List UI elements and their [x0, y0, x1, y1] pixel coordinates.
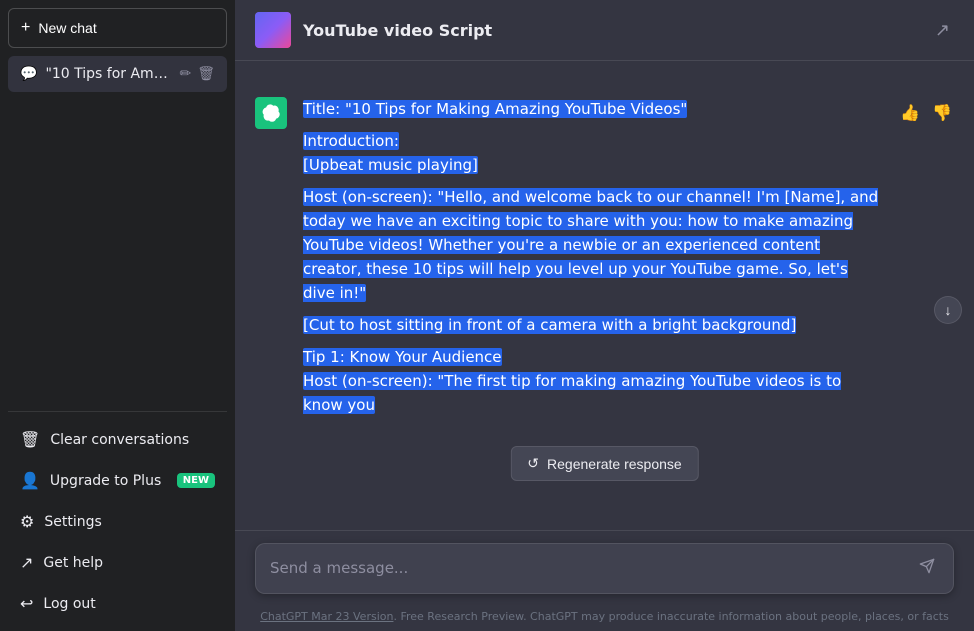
chat-history-item[interactable]: 💬 "10 Tips for Amazing Yo ✏ 🗑 [8, 56, 227, 92]
external-link-icon: ↗ [20, 553, 33, 572]
settings-label: Settings [44, 514, 101, 530]
footer: ChatGPT Mar 23 Version. Free Research Pr… [235, 606, 974, 631]
user-icon: 👤 [20, 471, 40, 490]
new-chat-button[interactable]: + New chat [8, 8, 227, 48]
thumbs-up-icon: 👍 [900, 105, 920, 122]
logout-label: Log out [43, 596, 95, 612]
main-content: YouTube video Script ↗ Title: "10 Tips f… [235, 0, 974, 631]
header-actions: ↗ [931, 16, 954, 45]
settings-item[interactable]: ⚙ Settings [8, 502, 227, 541]
sidebar-spacer [8, 96, 227, 407]
clear-conversations-label: Clear conversations [50, 432, 189, 448]
message-intro: Introduction: [Upbeat music playing] [303, 129, 882, 177]
send-button[interactable] [915, 554, 939, 583]
scroll-down-container: ↓ [934, 296, 962, 324]
chat-icon: 💬 [20, 66, 37, 82]
chat-header: YouTube video Script ↗ [235, 0, 974, 61]
scroll-down-button[interactable]: ↓ [934, 296, 962, 324]
chat-area: Title: "10 Tips for Making Amazing YouTu… [235, 61, 974, 530]
chat-action-icons: ✏ 🗑 [179, 66, 215, 82]
regenerate-area: ↺ Regenerate response [235, 441, 974, 471]
regenerate-label: Regenerate response [547, 456, 682, 472]
delete-icon[interactable]: 🗑 [197, 66, 215, 82]
message-host-intro: Host (on-screen): "Hello, and welcome ba… [303, 185, 882, 305]
message-cut-line: [Cut to host sitting in front of a camer… [303, 313, 882, 337]
message-actions: 👍 👎 [898, 97, 954, 125]
input-wrapper [255, 543, 954, 594]
page-title: YouTube video Script [303, 21, 492, 40]
send-icon [919, 558, 935, 579]
message-content: Title: "10 Tips for Making Amazing YouTu… [303, 97, 882, 425]
upbeat-selected: [Upbeat music playing] [303, 156, 478, 174]
tip1-host-selected: Host (on-screen): "The first tip for mak… [303, 372, 841, 414]
thumbs-down-icon: 👎 [932, 105, 952, 122]
message-input[interactable] [270, 557, 907, 580]
gear-icon: ⚙ [20, 512, 34, 531]
sidebar: + New chat 💬 "10 Tips for Amazing Yo ✏ 🗑… [0, 0, 235, 631]
tip1-title-selected: Tip 1: Know Your Audience [303, 348, 502, 366]
chat-title: "10 Tips for Amazing Yo [45, 66, 171, 82]
get-help-item[interactable]: ↗ Get help [8, 543, 227, 582]
footer-text: ChatGPT Mar 23 Version. Free Research Pr… [260, 610, 949, 623]
plus-icon: + [21, 19, 30, 37]
cut-selected: [Cut to host sitting in front of a camer… [303, 316, 796, 334]
clear-conversations-item[interactable]: 🗑 Clear conversations [8, 420, 227, 459]
new-chat-label: New chat [38, 20, 96, 36]
thumbs-down-button[interactable]: 👎 [930, 101, 954, 125]
trash-icon: 🗑 [20, 430, 40, 449]
get-help-label: Get help [43, 555, 103, 571]
regenerate-icon: ↺ [527, 455, 539, 472]
upgrade-to-plus-item[interactable]: 👤 Upgrade to Plus NEW [8, 461, 227, 500]
external-link-button[interactable]: ↗ [931, 16, 954, 45]
avatar [255, 12, 291, 48]
edit-icon[interactable]: ✏ [179, 66, 191, 82]
chevron-down-icon: ↓ [945, 302, 952, 318]
logout-icon: ↩ [20, 594, 33, 613]
message-tip1: Tip 1: Know Your Audience Host (on-scree… [303, 345, 882, 417]
gpt-avatar [255, 97, 287, 129]
input-area [235, 530, 974, 606]
message-content-inner: Title: "10 Tips for Making Amazing YouTu… [303, 97, 882, 417]
new-badge: NEW [177, 473, 215, 488]
avatar-image [255, 12, 291, 48]
thumbs-up-button[interactable]: 👍 [898, 101, 922, 125]
header-left: YouTube video Script [255, 12, 492, 48]
title-selected: Title: "10 Tips for Making Amazing YouTu… [303, 100, 687, 118]
regenerate-button[interactable]: ↺ Regenerate response [510, 446, 698, 481]
message-title-line: Title: "10 Tips for Making Amazing YouTu… [303, 97, 882, 121]
intro-selected: Introduction: [303, 132, 399, 150]
sidebar-bottom: 🗑 Clear conversations 👤 Upgrade to Plus … [8, 411, 227, 623]
external-link-icon: ↗ [935, 20, 950, 41]
upgrade-label: Upgrade to Plus [50, 473, 161, 489]
logout-item[interactable]: ↩ Log out [8, 584, 227, 623]
footer-description: . Free Research Preview. ChatGPT may pro… [393, 610, 948, 623]
chat-history: 💬 "10 Tips for Amazing Yo ✏ 🗑 [8, 56, 227, 92]
message-row: Title: "10 Tips for Making Amazing YouTu… [235, 81, 974, 441]
host-intro-selected: Host (on-screen): "Hello, and welcome ba… [303, 188, 878, 302]
footer-link[interactable]: ChatGPT Mar 23 Version [260, 610, 393, 623]
